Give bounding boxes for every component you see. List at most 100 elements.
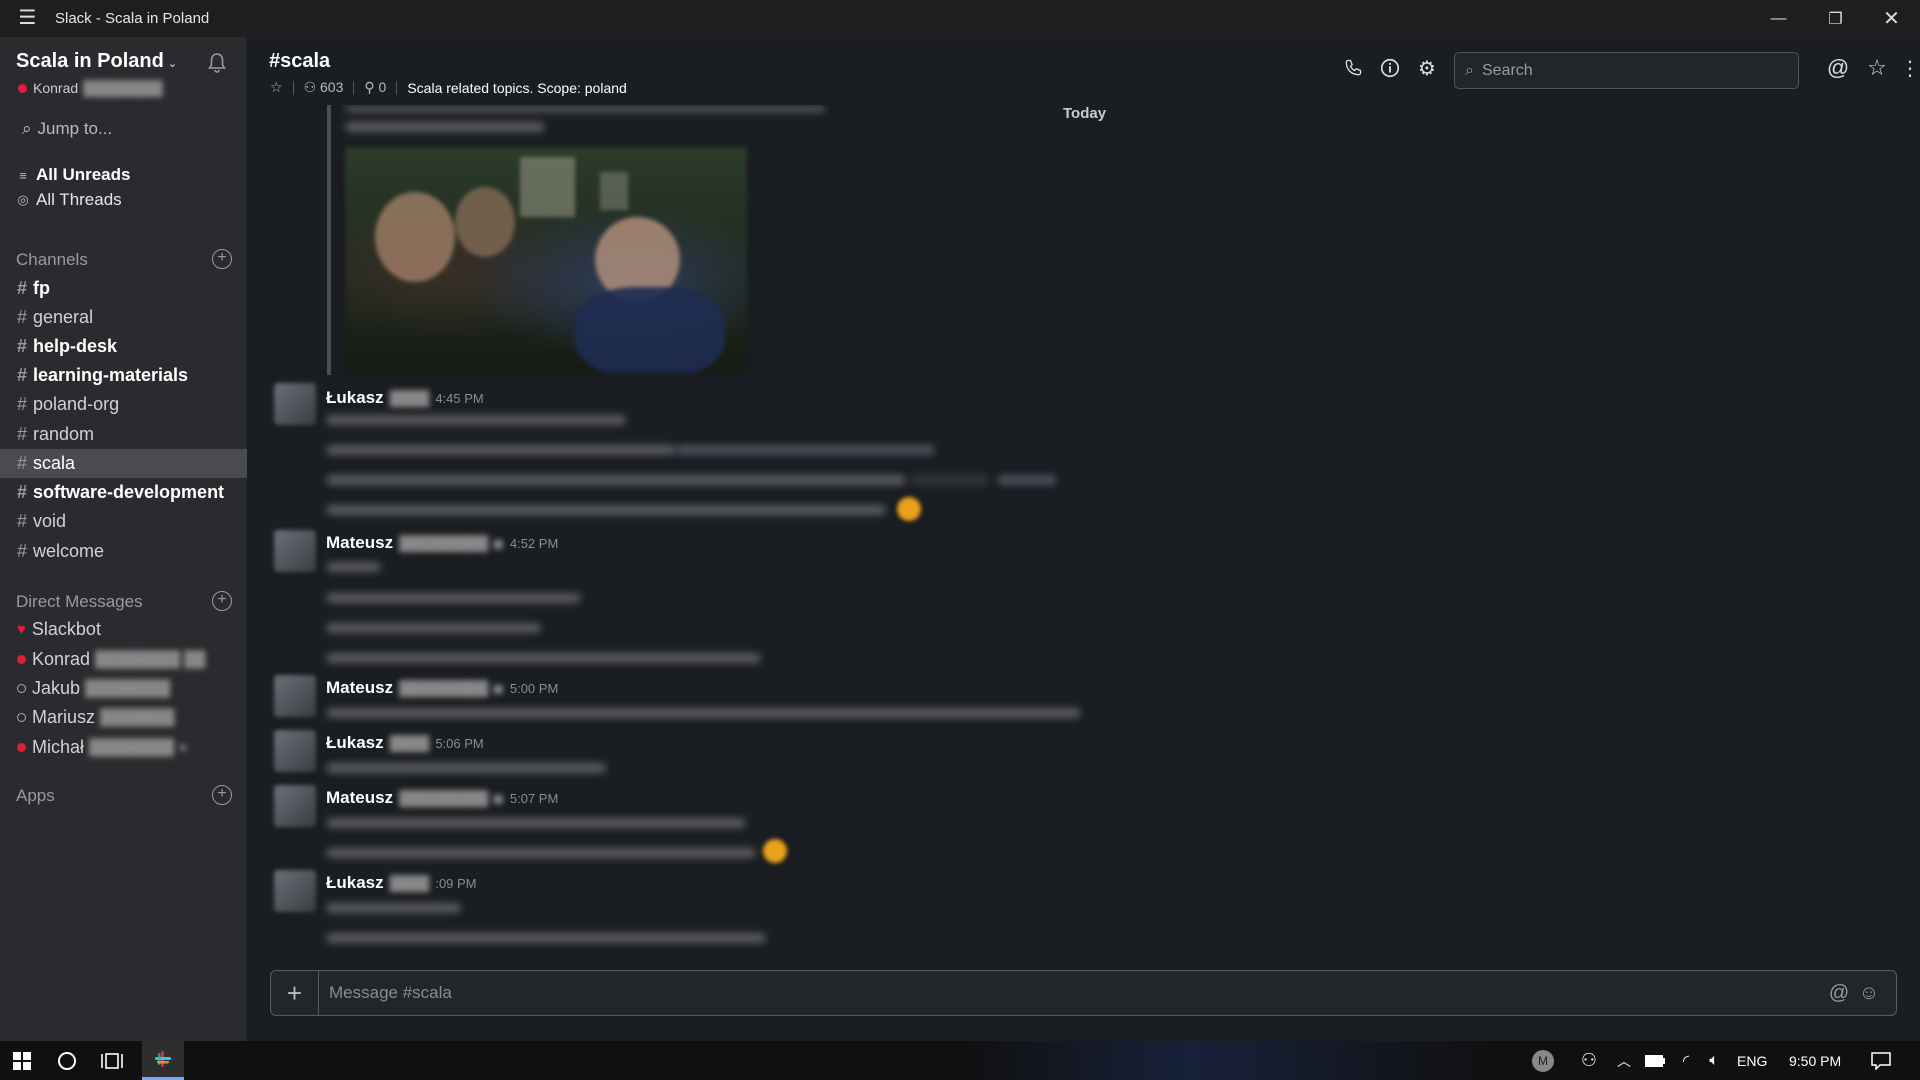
plus-icon[interactable]: + <box>271 971 319 1015</box>
all-threads-item[interactable]: ◎ All Threads <box>16 190 121 210</box>
avatar[interactable] <box>274 530 316 572</box>
channel-item-poland-org[interactable]: # poland-org <box>0 390 247 419</box>
message-time[interactable]: 5:07 PM <box>510 791 558 806</box>
avatar[interactable] <box>274 383 316 425</box>
blurred-text <box>326 708 1081 718</box>
menu-icon[interactable]: ☰ <box>0 0 55 37</box>
more-options-icon[interactable]: ⋮ <box>1897 55 1920 81</box>
blurred-text <box>326 415 626 425</box>
message-author[interactable]: Mateusz <box>326 788 393 808</box>
hash-icon: # <box>17 278 28 298</box>
members-count[interactable]: ⚇ 603 <box>304 79 344 96</box>
dm-surname: ████████ <box>85 679 171 697</box>
cortana-icon[interactable] <box>44 1041 90 1080</box>
message-author[interactable]: Mateusz <box>326 533 393 553</box>
dm-label: Mariusz <box>32 706 96 727</box>
windows-start-icon[interactable] <box>0 1041 44 1080</box>
bell-icon[interactable] <box>205 51 229 75</box>
channel-topic[interactable]: Scala related topics. Scope: poland <box>407 80 626 96</box>
search-field[interactable]: ⌕ Search <box>1454 52 1799 89</box>
gear-icon[interactable]: ⚙ <box>1414 55 1440 81</box>
message-time[interactable]: 4:45 PM <box>435 391 483 406</box>
channel-item-general[interactable]: # general <box>0 303 247 332</box>
message-time[interactable]: 5:06 PM <box>435 736 483 751</box>
avatar[interactable] <box>274 785 316 827</box>
blurred-text <box>326 653 761 663</box>
jump-to-button[interactable]: ⌕ Jump to... <box>22 119 112 139</box>
wifi-icon[interactable]: ◜ <box>1674 1041 1698 1080</box>
channel-item-welcome[interactable]: # welcome <box>0 537 247 566</box>
clock[interactable]: 9:50 PM <box>1789 1041 1841 1080</box>
hash-icon: # <box>17 336 28 356</box>
message-input[interactable] <box>319 971 1799 1015</box>
message-list[interactable]: Today Łukasz ████ 4:45 PM Mateusz ██████… <box>247 105 1920 965</box>
author-surname: ████ <box>389 735 430 751</box>
dm-label: Michał <box>32 736 85 757</box>
message-time[interactable]: 5:00 PM <box>510 681 558 696</box>
pins-count[interactable]: ⚲ 0 <box>364 79 386 96</box>
dm-item-konrad[interactable]: Konrad ████████ ██ <box>0 645 247 673</box>
channel-item-void[interactable]: # void <box>0 507 247 536</box>
restore-button[interactable]: ❐ <box>1807 0 1864 37</box>
starred-icon[interactable]: ☆ <box>1864 55 1890 81</box>
channel-item-learning-materials[interactable]: # learning-materials <box>0 361 247 390</box>
apps-header[interactable]: Apps <box>16 786 55 806</box>
avatar[interactable] <box>274 730 316 772</box>
avatar[interactable] <box>274 675 316 717</box>
task-view-icon[interactable] <box>90 1041 134 1080</box>
add-app-icon[interactable]: + <box>212 785 232 805</box>
channels-header[interactable]: Channels <box>16 250 88 270</box>
dm-label: Konrad <box>32 648 91 669</box>
message-header: Mateusz █████████ ◼ 5:07 PM <box>326 788 558 808</box>
dm-item-jakub[interactable]: Jakub ████████ <box>0 674 247 702</box>
all-unreads-item[interactable]: ≡ All Unreads <box>16 165 130 185</box>
channel-item-help-desk[interactable]: # help-desk <box>0 332 247 361</box>
add-channel-icon[interactable]: + <box>212 249 232 269</box>
minimize-button[interactable]: — <box>1750 0 1807 37</box>
mention-icon[interactable]: @ <box>1827 981 1851 1005</box>
message-time[interactable]: :09 PM <box>435 876 476 891</box>
dm-item-slackbot[interactable]: ♥ Slackbot <box>0 615 247 643</box>
avatar[interactable] <box>274 870 316 912</box>
add-dm-icon[interactable]: + <box>212 591 232 611</box>
slack-taskbar-button[interactable] <box>142 1041 184 1080</box>
battery-icon[interactable] <box>1643 1041 1667 1080</box>
close-button[interactable]: ✕ <box>1863 0 1920 37</box>
hash-icon: # <box>17 307 28 327</box>
taskbar: M ⚇ ︿ ◜ 🔈︎ ENG 9:50 PM <box>0 1041 1920 1080</box>
members-value: 603 <box>320 79 344 95</box>
direct-messages-header[interactable]: Direct Messages <box>16 592 143 612</box>
author-surname: █████████ ◼ <box>399 790 504 806</box>
current-user-status[interactable]: Konrad ████████ <box>18 80 163 96</box>
message-author[interactable]: Łukasz <box>326 388 384 408</box>
dm-item-michal[interactable]: Michał ████████ ● <box>0 733 247 761</box>
message-author[interactable]: Mateusz <box>326 678 393 698</box>
channel-item-software-development[interactable]: # software-development <box>0 478 247 507</box>
info-icon[interactable] <box>1377 55 1403 81</box>
phone-icon[interactable] <box>1340 55 1366 81</box>
people-icon[interactable]: ⚇ <box>1576 1041 1602 1080</box>
star-icon[interactable]: ☆ <box>270 79 283 96</box>
message-author[interactable]: Łukasz <box>326 733 384 753</box>
chevron-up-icon[interactable]: ︿ <box>1613 1041 1635 1080</box>
blurred-text <box>326 903 461 913</box>
channel-title[interactable]: #scala <box>269 50 330 73</box>
notifications-icon[interactable] <box>1866 1041 1896 1080</box>
channel-label: scala <box>33 453 76 473</box>
language-indicator[interactable]: ENG <box>1737 1041 1767 1080</box>
team-switcher[interactable]: Scala in Poland ⌄ <box>16 50 177 73</box>
message-author[interactable]: Łukasz <box>326 873 384 893</box>
pins-value: 0 <box>378 79 387 95</box>
volume-icon[interactable]: 🔈︎ <box>1702 1041 1726 1080</box>
channel-header: #scala ☆ ⚇ 603 ⚲ 0 Scala related topics.… <box>247 37 1920 105</box>
dm-item-mariusz[interactable]: Mariusz ███████ <box>0 703 247 731</box>
channel-item-random[interactable]: # random <box>0 420 247 449</box>
blurred-text <box>326 505 886 515</box>
message-time[interactable]: 4:52 PM <box>510 536 558 551</box>
mentions-icon[interactable]: @ <box>1825 55 1851 81</box>
attached-photo[interactable] <box>345 147 747 373</box>
emoji-icon[interactable]: ☺ <box>1857 981 1881 1005</box>
user-avatar[interactable]: M <box>1530 1041 1556 1080</box>
channel-item-scala[interactable]: # scala <box>0 449 247 478</box>
channel-item-fp[interactable]: # fp <box>0 274 247 303</box>
